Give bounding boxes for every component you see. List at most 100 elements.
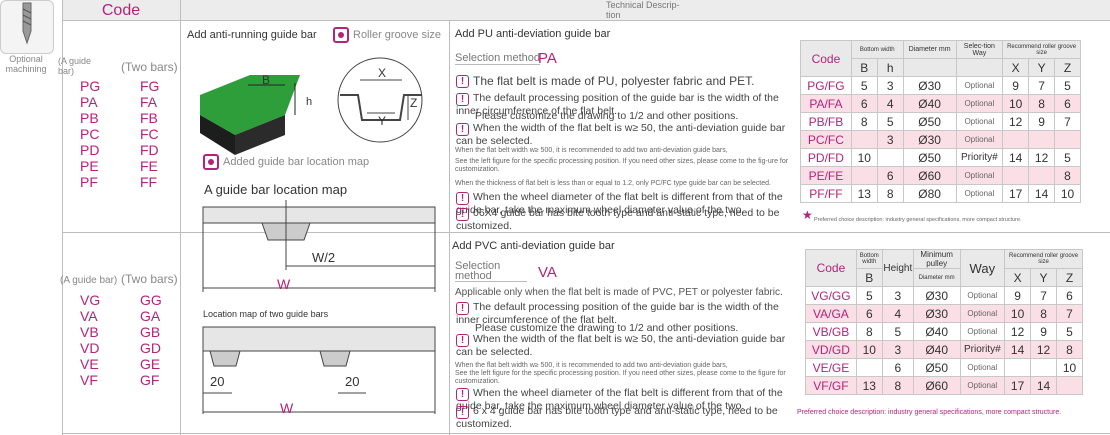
table-cell-code: VA/GA bbox=[805, 304, 857, 323]
pvc-th-code: Code bbox=[805, 249, 857, 287]
table-cell-way: Optional bbox=[955, 166, 1004, 185]
table-cell-x: 12 bbox=[1004, 322, 1032, 341]
pu-note-6: See the left figure for the specific pro… bbox=[455, 158, 789, 173]
pu-th-b: B bbox=[850, 58, 878, 77]
table-cell-code: VD/GD bbox=[805, 340, 857, 359]
table-cell-d: Ø30 bbox=[912, 304, 961, 323]
code-item: VF bbox=[80, 372, 98, 388]
pu-note-1: ! The flat belt is made of PU, polyester … bbox=[456, 75, 796, 88]
code-item: PA bbox=[80, 94, 98, 110]
code-item: GF bbox=[140, 372, 160, 388]
table-cell-h: 6 bbox=[881, 358, 914, 377]
table-cell-y: 9 bbox=[1030, 322, 1057, 341]
table-cell-z bbox=[1054, 130, 1081, 149]
table-cell-d: Ø50 bbox=[912, 358, 961, 377]
table-cell-x: 14 bbox=[1004, 340, 1032, 359]
pu-note-4: ! When the width of the flat belt is w≥ 5… bbox=[456, 123, 786, 147]
tech-header-label: Technical Descrip- tion bbox=[606, 0, 680, 20]
table-cell-d: Ø60 bbox=[912, 376, 961, 395]
code-item: VA bbox=[80, 308, 98, 324]
table-cell-z: 5 bbox=[1054, 148, 1081, 167]
pvc-note-3: ! When the width of the flat belt is w≥ 5… bbox=[456, 334, 786, 358]
table-cell-way: Priority# bbox=[959, 340, 1006, 359]
table-cell-z: 10 bbox=[1054, 184, 1081, 203]
table-cell-z: 10 bbox=[1056, 358, 1083, 377]
two-bars-diagram bbox=[202, 326, 436, 414]
pu-th-recommend: Recommend roller groove size bbox=[1002, 40, 1081, 59]
table-cell-z: 7 bbox=[1056, 304, 1083, 323]
table-cell-code: PB/FB bbox=[800, 112, 852, 131]
code-item: VD bbox=[80, 340, 100, 356]
table-cell-d: Ø80 bbox=[902, 184, 957, 203]
table-cell-y: 14 bbox=[1028, 184, 1056, 203]
col2b-label: (Two bars) bbox=[121, 272, 178, 286]
table-cell-code: VE/GE bbox=[805, 358, 857, 377]
table-cell-b: 8 bbox=[850, 112, 878, 131]
table-cell-y: 12 bbox=[1030, 340, 1057, 359]
code-item: PF bbox=[80, 174, 98, 190]
table-row: VA/GA 6 4 Ø30 Optional 10 8 7 bbox=[805, 304, 1083, 323]
table-cell-y: 8 bbox=[1028, 94, 1056, 113]
table-cell-z: 8 bbox=[1054, 166, 1081, 185]
pvc-note-3-text: When the width of the flat belt is w≥ 50… bbox=[456, 333, 786, 358]
code-item: PE bbox=[80, 158, 99, 174]
pvc-method-label: Selection method bbox=[455, 261, 527, 282]
table-cell-h: 8 bbox=[881, 376, 914, 395]
pvc-th-z: Z bbox=[1056, 268, 1083, 287]
table-cell-y bbox=[1028, 130, 1056, 149]
pu-note-3: Please customize the drawing to 1/2 and … bbox=[475, 110, 739, 122]
table-cell-b: 6 bbox=[855, 304, 883, 323]
dim-z: Z bbox=[410, 96, 418, 110]
table-row: VG/GG 5 3 Ø30 Optional 9 7 6 bbox=[805, 286, 1083, 305]
exclaim-icon: ! bbox=[456, 75, 469, 88]
table-row: PB/FB 8 5 Ø50 Optional 12 9 7 bbox=[800, 112, 1081, 131]
table-cell-b: 5 bbox=[855, 286, 883, 305]
table-cell-z bbox=[1056, 376, 1083, 395]
table-cell-y: 7 bbox=[1030, 286, 1057, 305]
table-cell-b: 5 bbox=[850, 76, 878, 95]
pu-th-bottom: Bottom width bbox=[850, 40, 904, 59]
table-cell-y: 8 bbox=[1030, 304, 1057, 323]
table-cell-x bbox=[1004, 358, 1032, 377]
pu-method-label: Selection method bbox=[455, 52, 540, 65]
code-item: FD bbox=[140, 142, 159, 158]
pvc-footnote: Preferred choice description: industry g… bbox=[797, 409, 1062, 416]
code-item: GD bbox=[140, 340, 161, 356]
drill-icon bbox=[0, 0, 54, 54]
bullet-icon bbox=[333, 27, 349, 43]
pu-th-z: Z bbox=[1054, 58, 1081, 77]
code-item: GB bbox=[140, 324, 161, 340]
table-cell-b bbox=[850, 130, 878, 149]
table-cell-x bbox=[1002, 130, 1030, 149]
table-row: PC/FC 3 Ø30 Optional bbox=[800, 130, 1081, 149]
table-cell-x: 10 bbox=[1002, 94, 1030, 113]
table-cell-y bbox=[1030, 358, 1057, 377]
table-cell-h: 5 bbox=[876, 112, 904, 131]
code-item: PB bbox=[80, 110, 99, 126]
table-cell-h: 3 bbox=[876, 130, 904, 149]
table-row: VE/GE 6 Ø50 Optional 10 bbox=[805, 358, 1083, 377]
pu-method-value: PA bbox=[538, 50, 557, 67]
pu-th-x: X bbox=[1002, 58, 1030, 77]
pu-note-5: When the flat belt width w≥ 500, it is r… bbox=[455, 147, 728, 154]
table-cell-b: 13 bbox=[850, 184, 878, 203]
table-cell-h: 6 bbox=[876, 166, 904, 185]
dim-y: Y bbox=[378, 114, 387, 128]
table-cell-way: Priority# bbox=[955, 148, 1004, 167]
divider bbox=[449, 20, 450, 435]
table-cell-code: PG/FG bbox=[800, 76, 852, 95]
dim-b: B bbox=[262, 73, 271, 87]
pvc-title: Add PVC anti-deviation guide bar bbox=[452, 240, 615, 252]
pu-note-9-text: 06X4 guide bar has bite tooth type and a… bbox=[456, 207, 780, 232]
table-row: PD/FD 10 Ø50 Priority# 14 12 5 bbox=[800, 148, 1081, 167]
table-cell-b: 10 bbox=[855, 340, 883, 359]
table-cell-code: PE/FE bbox=[800, 166, 852, 185]
table-cell-h bbox=[876, 148, 904, 167]
anti-running-title: Add anti-running guide bar bbox=[187, 29, 317, 41]
table-cell-d: Ø40 bbox=[912, 340, 961, 359]
table-cell-z: 6 bbox=[1056, 286, 1083, 305]
col1b-label: (A guide bar) bbox=[60, 275, 118, 286]
single-bar-diagram bbox=[202, 200, 436, 292]
table-row: PG/FG 5 3 Ø30 Optional 9 7 5 bbox=[800, 76, 1081, 95]
code-item: PG bbox=[80, 78, 101, 94]
